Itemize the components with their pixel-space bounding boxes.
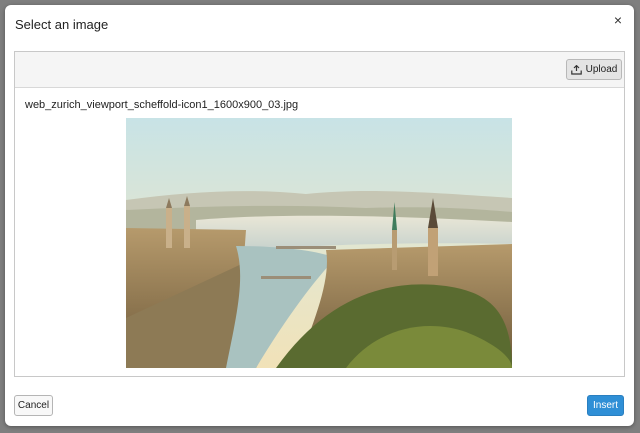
upload-tray-icon [570, 64, 582, 75]
cancel-button[interactable]: Cancel [14, 395, 53, 416]
image-panel: Upload web_zurich_viewport_scheffold-ico… [14, 51, 625, 377]
upload-label: Upload [585, 64, 618, 75]
image-filename: web_zurich_viewport_scheffold-icon1_1600… [25, 99, 299, 111]
insert-button[interactable]: Insert [587, 395, 624, 416]
image-preview[interactable] [126, 118, 512, 368]
dialog-title: Select an image [15, 17, 109, 32]
close-icon[interactable]: × [610, 12, 626, 28]
panel-toolbar: Upload [15, 52, 624, 88]
image-picker-dialog: Select an image × Upload web_zurich_view… [5, 5, 634, 426]
upload-button[interactable]: Upload [566, 59, 622, 80]
